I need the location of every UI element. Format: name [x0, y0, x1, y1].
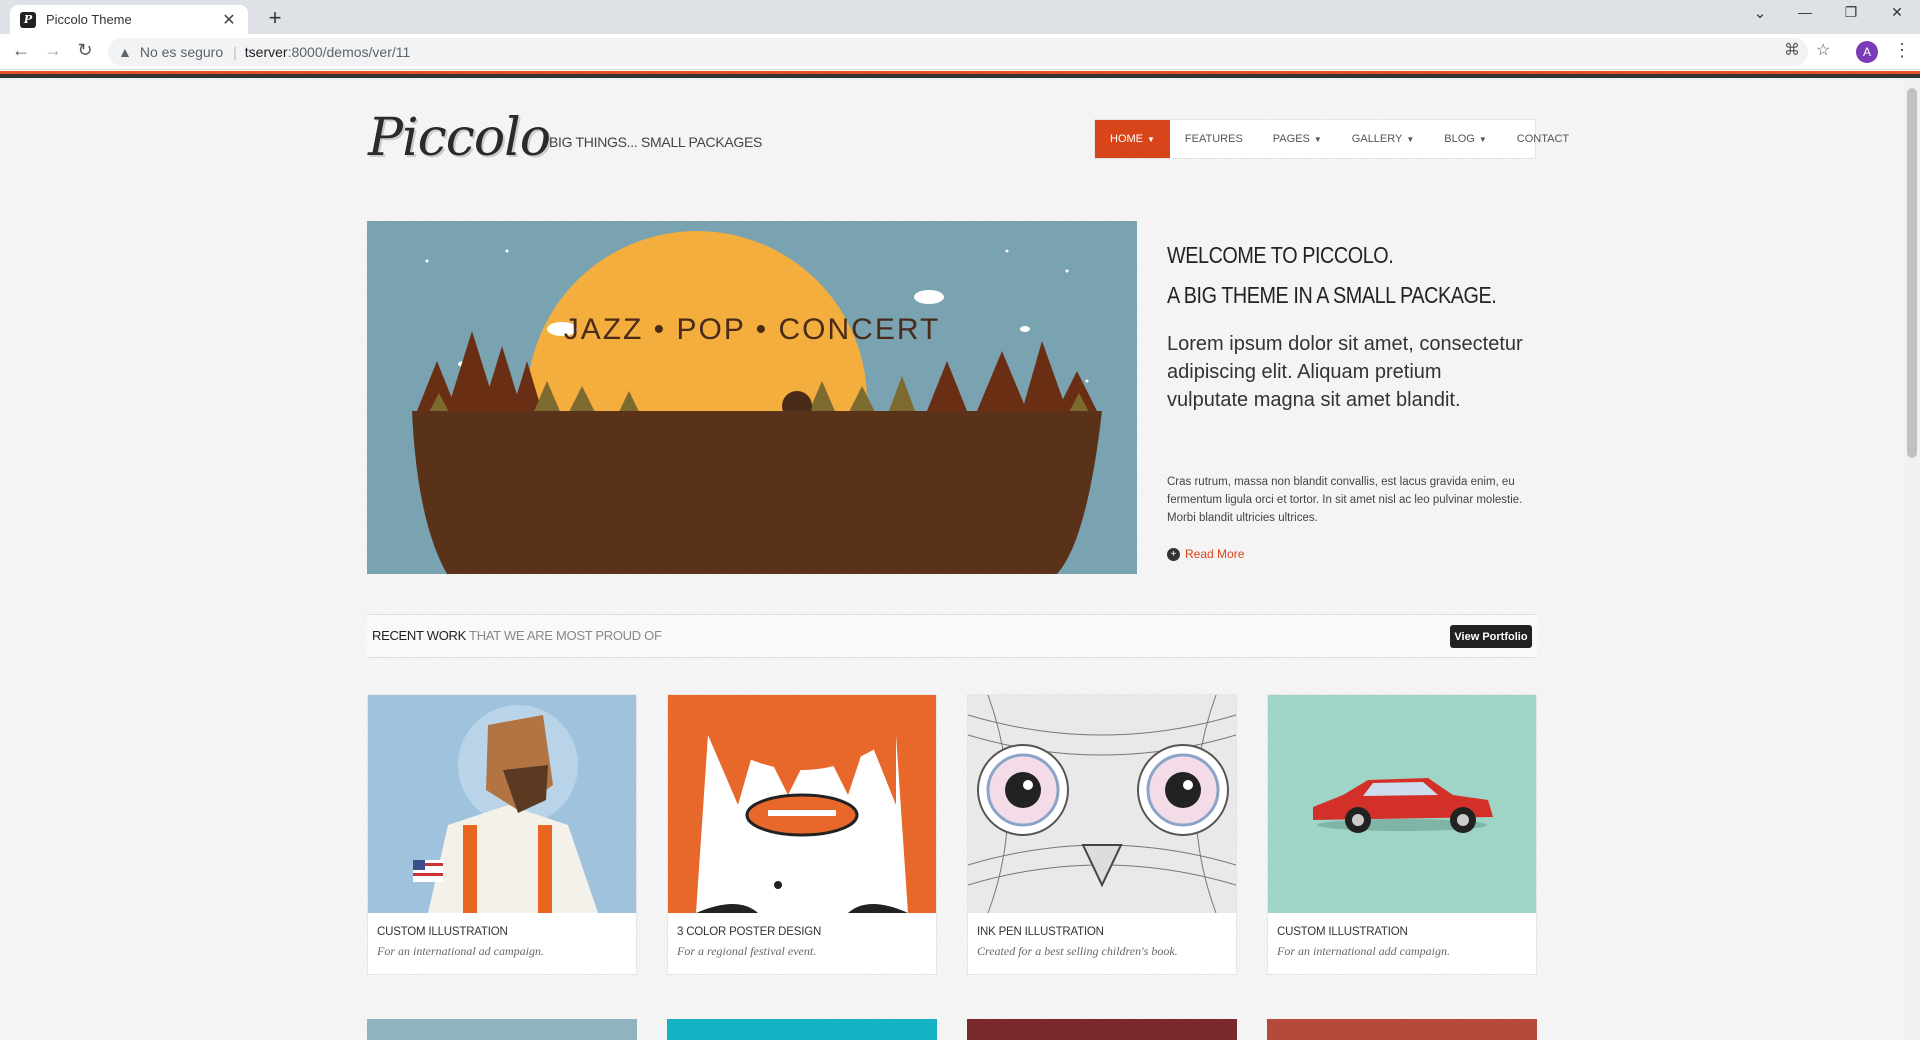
site-tagline: BIG THINGS... SMALL PACKAGES: [549, 134, 763, 150]
tab-search-icon[interactable]: ⌄: [1745, 4, 1775, 22]
card-title[interactable]: 3 COLOR POSTER DESIGN: [677, 926, 821, 938]
nav-item-home[interactable]: HOME ▼: [1095, 120, 1170, 158]
portfolio-card-partial[interactable]: [967, 1019, 1237, 1040]
main-navigation: HOME ▼ FEATURES PAGES ▼ GALLERY ▼ BLOG ▼ CON…: [1094, 119, 1569, 159]
page-content: Piccolo BIG THINGS... SMALL PACKAGES HOM…: [0, 78, 1904, 1040]
url-path: :8000/demos/ver/11: [287, 44, 411, 60]
nav-item-features[interactable]: FEATURES: [1170, 120, 1258, 158]
nav-item-blog[interactable]: BLOG ▼: [1429, 120, 1502, 158]
intro-body: Cras rutrum, massa non blandit convallis…: [1167, 476, 1523, 524]
nav-label: BLOG: [1444, 133, 1475, 145]
card-title[interactable]: INK PEN ILLUSTRATION: [977, 926, 1104, 938]
nav-label: GALLERY: [1351, 133, 1403, 145]
caret-down-icon: ▼: [1478, 134, 1487, 144]
read-more-label: Read More: [1185, 547, 1245, 561]
url-host: tserver: [244, 44, 288, 60]
portfolio-card-partial[interactable]: [667, 1019, 937, 1040]
divider: |: [233, 44, 237, 60]
tab-title: Piccolo Theme: [46, 12, 132, 27]
card-image-svg: [1268, 695, 1536, 913]
intro-heading: WELCOME TO PICCOLO. A BIG THEME IN A SMA…: [1167, 235, 1497, 315]
new-tab-icon[interactable]: +: [262, 5, 288, 31]
translate-icon[interactable]: ⌘: [1784, 40, 1800, 60]
nav-item-contact[interactable]: CONTACT: [1502, 120, 1584, 158]
recent-work-title: RECENT WORK: [372, 628, 466, 643]
caret-down-icon: ▼: [1313, 134, 1322, 144]
card-title[interactable]: CUSTOM ILLUSTRATION: [377, 926, 508, 938]
reload-icon[interactable]: ↻: [73, 40, 97, 61]
caret-down-icon: ▼: [1147, 134, 1155, 144]
card-description: For a regional festival event.: [677, 944, 817, 958]
scrollbar-thumb[interactable]: [1907, 88, 1917, 458]
hero-svg: JAZZ • POP • CONCERT: [367, 221, 1137, 574]
warning-icon[interactable]: ▲: [118, 44, 132, 60]
portfolio-card[interactable]: CUSTOM ILLUSTRATION For an international…: [367, 694, 637, 975]
card-description: Created for a best selling children's bo…: [977, 944, 1178, 958]
browser-toolbar: ← → ↻ ▲ No es seguro | tserver:8000/demo…: [0, 34, 1920, 70]
portfolio-card[interactable]: INK PEN ILLUSTRATION Created for a best …: [967, 694, 1237, 975]
card-image-astronaut[interactable]: [368, 695, 636, 913]
nav-label: FEATURES: [1184, 133, 1243, 145]
nav-label: HOME: [1110, 133, 1143, 145]
browser-tab[interactable]: P Piccolo Theme ✕: [10, 5, 248, 34]
site-favicon-icon: P: [20, 11, 36, 28]
card-image-svg: [668, 695, 936, 913]
nav-item-gallery[interactable]: GALLERY ▼: [1337, 120, 1429, 158]
profile-avatar[interactable]: A: [1856, 41, 1878, 63]
recent-work-bar: RECENT WORK THAT WE ARE MOST PROUD OF Vi…: [367, 614, 1537, 658]
plus-circle-icon: +: [1167, 547, 1180, 561]
page-scrollbar[interactable]: [1904, 78, 1920, 1040]
intro-heading-line-2: A BIG THEME IN A SMALL PACKAGE.: [1167, 282, 1497, 308]
read-more-link[interactable]: + Read More: [1167, 547, 1244, 561]
site-logo[interactable]: Piccolo: [368, 108, 551, 168]
hero-concert-illustration[interactable]: JAZZ • POP • CONCERT: [367, 221, 1137, 574]
security-label[interactable]: No es seguro: [140, 44, 223, 60]
close-window-icon[interactable]: ✕: [1882, 4, 1912, 21]
card-image-car[interactable]: [1268, 695, 1536, 913]
portfolio-card-partial[interactable]: [1267, 1019, 1537, 1040]
address-bar[interactable]: ▲ No es seguro | tserver:8000/demos/ver/…: [108, 38, 1808, 66]
nav-label: PAGES: [1272, 133, 1310, 145]
caret-down-icon: ▼: [1406, 134, 1415, 144]
recent-work-subtitle: THAT WE ARE MOST PROUD OF: [469, 628, 662, 643]
close-tab-icon[interactable]: ✕: [220, 10, 238, 30]
card-description: For an international add campaign.: [1277, 944, 1450, 958]
restore-icon[interactable]: ❐: [1836, 4, 1866, 21]
top-accent-stripe: [0, 71, 1920, 78]
card-image-poster[interactable]: [668, 695, 936, 913]
card-title[interactable]: CUSTOM ILLUSTRATION: [1277, 926, 1408, 938]
nav-item-pages[interactable]: PAGES ▼: [1258, 120, 1337, 158]
portfolio-card[interactable]: 3 COLOR POSTER DESIGN For a regional fes…: [667, 694, 937, 975]
forward-icon[interactable]: →: [41, 40, 65, 61]
nav-label: CONTACT: [1516, 133, 1570, 145]
browser-tab-strip: P Piccolo Theme ✕ + ⌄ — ❐ ✕: [0, 0, 1920, 34]
intro-lead: Lorem ipsum dolor sit amet, consectetur …: [1167, 333, 1523, 411]
portfolio-card[interactable]: CUSTOM ILLUSTRATION For an international…: [1267, 694, 1537, 975]
card-image-owl[interactable]: [968, 695, 1236, 913]
back-icon[interactable]: ←: [9, 40, 33, 61]
menu-kebab-icon[interactable]: ⋮: [1893, 40, 1911, 61]
recent-work-heading: RECENT WORK THAT WE ARE MOST PROUD OF: [372, 628, 662, 643]
portfolio-card-partial[interactable]: [367, 1019, 637, 1040]
card-description: For an international ad campaign.: [377, 944, 544, 958]
card-image-svg: [968, 695, 1236, 913]
minimize-icon[interactable]: —: [1790, 4, 1820, 20]
hero-banner-text: JAZZ • POP • CONCERT: [564, 313, 941, 346]
bookmark-star-icon[interactable]: ☆: [1816, 40, 1830, 60]
view-portfolio-button[interactable]: View Portfolio: [1450, 625, 1532, 648]
intro-heading-line-1: WELCOME TO PICCOLO.: [1167, 242, 1394, 268]
card-image-svg: [368, 695, 636, 913]
